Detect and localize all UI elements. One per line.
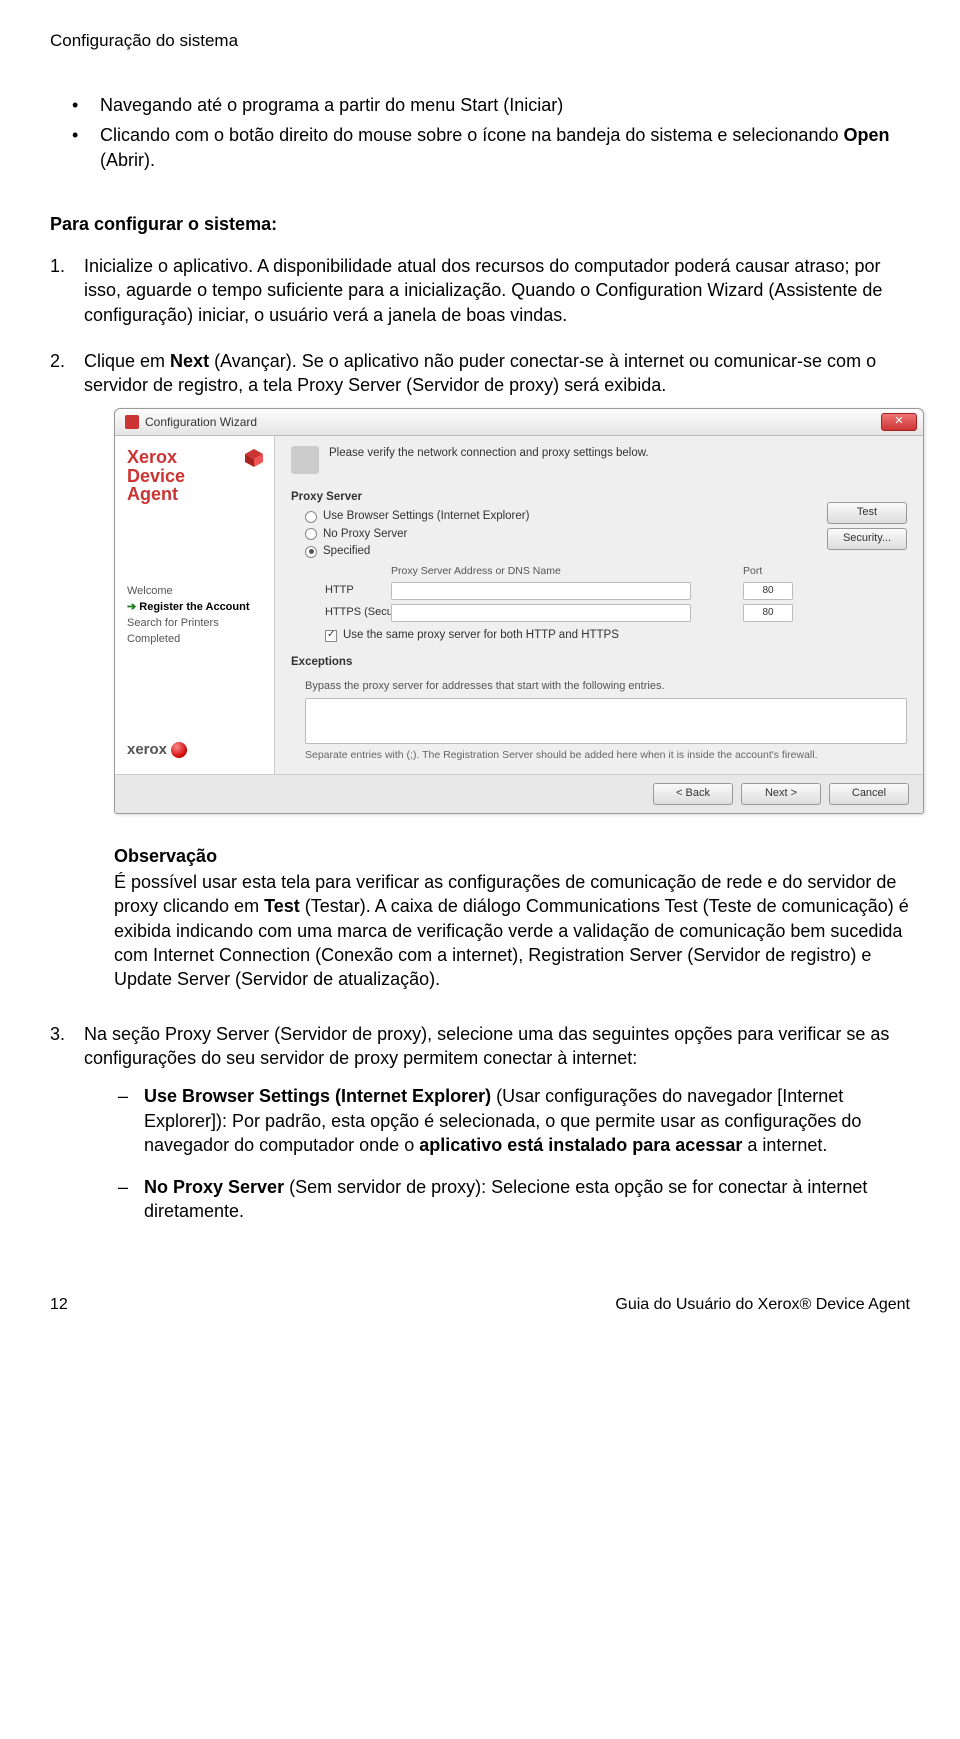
exceptions-group-label: Exceptions: [291, 655, 907, 671]
addr-header: Proxy Server Address or DNS Name: [391, 564, 691, 578]
wizard-titlebar: Configuration Wizard ✕: [115, 409, 923, 436]
guide-title: Guia do Usuário do Xerox® Device Agent: [615, 1294, 910, 1316]
wizard-step-register: Register the Account: [127, 600, 264, 615]
config-wizard-window: Configuration Wizard ✕ Xerox Device: [114, 408, 924, 814]
step-3: 3. Na seção Proxy Server (Servidor de pr…: [50, 1022, 910, 1224]
cube-icon: [244, 448, 264, 468]
observation-text: É possível usar esta tela para verificar…: [114, 870, 910, 991]
obs-bold: Test: [264, 896, 300, 916]
bullet-2-a: Clicando com o botão direito do mouse so…: [100, 125, 843, 145]
port-header: Port: [743, 564, 793, 578]
step-1-text: Inicialize o aplicativo. A disponibilida…: [84, 256, 882, 325]
bullet-1-text: Navegando até o programa a partir do men…: [100, 95, 563, 115]
radio-browser-label: Use Browser Settings (Internet Explorer): [323, 509, 529, 525]
wizard-instruction: Please verify the network connection and…: [329, 446, 649, 462]
proxy-group-label: Proxy Server: [291, 490, 827, 506]
xerox-logo: xerox: [127, 740, 264, 760]
radio-browser-settings[interactable]: [305, 511, 317, 523]
wizard-main-panel: Please verify the network connection and…: [275, 436, 923, 774]
checkbox-same-proxy[interactable]: [325, 630, 337, 642]
wizard-app-icon: [125, 415, 139, 429]
step-2-a: Clique em: [84, 351, 170, 371]
radio-noproxy-label: No Proxy Server: [323, 527, 407, 543]
test-button[interactable]: Test: [827, 502, 907, 524]
page-number: 12: [50, 1294, 68, 1316]
sub-option-noproxy: No Proxy Server (Sem servidor de proxy):…: [118, 1175, 910, 1224]
observation-heading: Observação: [114, 844, 910, 868]
step-3-num: 3.: [50, 1022, 65, 1046]
sub-option-browser: Use Browser Settings (Internet Explorer)…: [118, 1084, 910, 1157]
brand-line-2: Device: [127, 467, 185, 486]
security-button[interactable]: Security...: [827, 528, 907, 550]
step-1: 1. Inicialize o aplicativo. A disponibil…: [50, 254, 910, 327]
bullet-2-bold: Open: [843, 125, 889, 145]
network-icon: [291, 446, 319, 474]
wizard-step-completed: Completed: [127, 632, 264, 647]
http-address-input[interactable]: [391, 582, 691, 600]
xerox-ball-icon: [171, 742, 187, 758]
sub1-bold2: aplicativo está instalado para acessar: [419, 1135, 742, 1155]
exceptions-desc: Bypass the proxy server for addresses th…: [305, 679, 907, 694]
bullet-2: Clicando com o botão direito do mouse so…: [72, 123, 910, 172]
https-port-input[interactable]: 80: [743, 604, 793, 622]
sub1-d: a internet.: [742, 1135, 827, 1155]
step-1-num: 1.: [50, 254, 65, 278]
exceptions-note: Separate entries with (;). The Registrat…: [305, 748, 907, 762]
radio-no-proxy[interactable]: [305, 528, 317, 540]
radio-specified-label: Specified: [323, 544, 370, 560]
radio-specified[interactable]: [305, 546, 317, 558]
section-heading: Para configurar o sistema:: [50, 212, 910, 236]
next-button[interactable]: Next >: [741, 783, 821, 805]
http-port-input[interactable]: 80: [743, 582, 793, 600]
back-button[interactable]: < Back: [653, 783, 733, 805]
https-address-input[interactable]: [391, 604, 691, 622]
page-header: Configuração do sistema: [50, 30, 910, 53]
brand-line-1: Xerox: [127, 448, 185, 467]
window-close-button[interactable]: ✕: [881, 413, 917, 431]
cancel-button[interactable]: Cancel: [829, 783, 909, 805]
observation-block: Observação É possível usar esta tela par…: [114, 844, 910, 992]
page-footer: 12 Guia do Usuário do Xerox® Device Agen…: [50, 1294, 910, 1316]
step-3-text: Na seção Proxy Server (Servidor de proxy…: [84, 1024, 889, 1068]
https-label: HTTPS (Secure): [325, 605, 385, 620]
wizard-step-welcome: Welcome: [127, 584, 264, 599]
step-2: 2. Clique em Next (Avançar). Se o aplica…: [50, 349, 910, 992]
wizard-title: Configuration Wizard: [145, 414, 257, 430]
http-label: HTTP: [325, 583, 385, 598]
wizard-step-list: Welcome Register the Account Search for …: [127, 584, 264, 646]
bullet-1: Navegando até o programa a partir do men…: [72, 93, 910, 117]
xerox-text: xerox: [127, 740, 167, 760]
intro-bullets: Navegando até o programa a partir do men…: [50, 93, 910, 172]
same-proxy-label: Use the same proxy server for both HTTP …: [343, 628, 619, 644]
brand-line-3: Agent: [127, 485, 185, 504]
exceptions-textarea[interactable]: [305, 698, 907, 744]
sub2-bold: No Proxy Server: [144, 1177, 284, 1197]
wizard-sidebar: Xerox Device Agent Welcome Register the …: [115, 436, 275, 774]
wizard-footer: < Back Next > Cancel: [115, 774, 923, 813]
wizard-step-search: Search for Printers: [127, 616, 264, 631]
sub1-bold: Use Browser Settings (Internet Explorer): [144, 1086, 491, 1106]
wizard-brand: Xerox Device Agent: [127, 448, 264, 505]
step-2-bold: Next: [170, 351, 209, 371]
bullet-2-c: (Abrir).: [100, 150, 155, 170]
step-2-num: 2.: [50, 349, 65, 373]
